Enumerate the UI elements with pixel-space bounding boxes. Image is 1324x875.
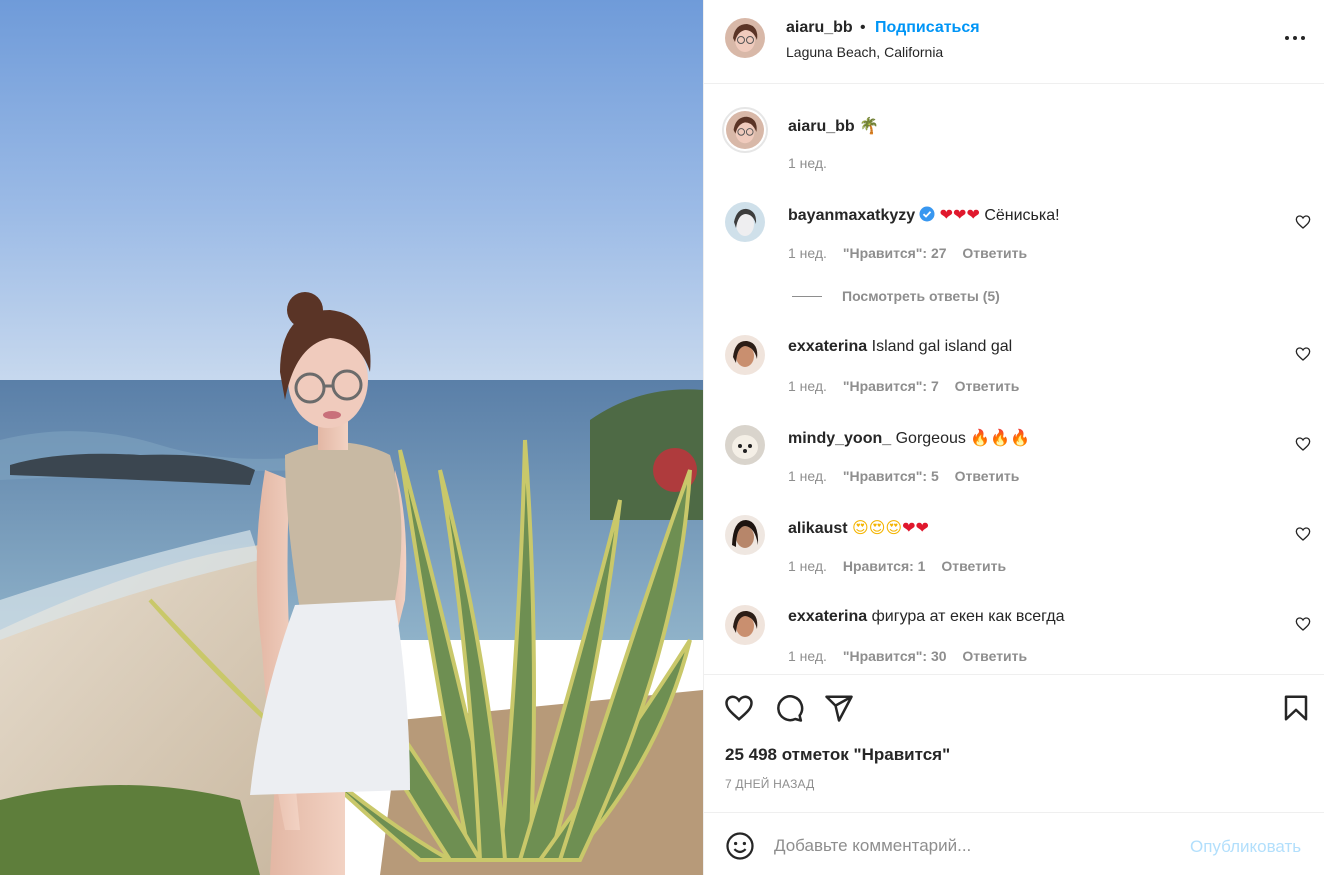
caption-emoji: 🌴 (859, 116, 880, 135)
comment-body: Gorgeous (895, 430, 966, 447)
author-avatar[interactable] (725, 18, 765, 58)
reply-button[interactable]: Ответить (962, 245, 1027, 261)
post-actions: 25 498 отметок "Нравится" 7 ДНЕЙ НАЗАД (704, 674, 1324, 812)
caption-meta: 1 нед. (788, 155, 839, 171)
emoji-icon[interactable] (725, 831, 755, 861)
comment-meta: 1 нед. Нравится: 1 Ответить (788, 558, 1018, 574)
comment-likes[interactable]: "Нравится": 7 (843, 378, 939, 394)
comments-list: aiaru_bb 🌴 1 нед. bayanmaxatkyzy ❤❤❤ Сён… (704, 85, 1324, 673)
comment-like-heart-icon[interactable] (1295, 436, 1311, 452)
comment-emoji: ❤❤❤ (939, 205, 980, 224)
publish-button[interactable]: Опубликовать (1190, 837, 1301, 857)
reply-button[interactable]: Ответить (955, 378, 1020, 394)
comment-username[interactable]: mindy_yoon_ (788, 430, 891, 447)
comment-like-heart-icon[interactable] (1295, 526, 1311, 542)
comment-meta: 1 нед. "Нравится": 27 Ответить (788, 245, 1039, 261)
reply-button[interactable]: Ответить (941, 558, 1006, 574)
comment-meta: 1 нед. "Нравится": 30 Ответить (788, 648, 1039, 664)
comment-text: exxaterina фигура ат екен как всегда (788, 608, 1064, 626)
view-replies-label: Посмотреть ответы (5) (842, 288, 1000, 304)
comment-like-heart-icon[interactable] (1295, 214, 1311, 230)
comment-text: mindy_yoon_ Gorgeous 🔥🔥🔥 (788, 428, 1030, 448)
comment-body: Island gal island gal (871, 338, 1013, 355)
comment-time[interactable]: 1 нед. (788, 558, 827, 574)
caption-time[interactable]: 1 нед. (788, 155, 827, 171)
author-username[interactable]: aiaru_bb (786, 19, 853, 37)
comment-text: exxaterina Island gal island gal (788, 338, 1012, 356)
bookmark-icon[interactable] (1281, 693, 1311, 723)
reply-button[interactable]: Ответить (955, 468, 1020, 484)
comment-username[interactable]: exxaterina (788, 338, 867, 355)
comment-input[interactable] (774, 831, 1174, 861)
comment-emoji: 🔥🔥🔥 (970, 428, 1031, 447)
comment-likes[interactable]: "Нравится": 5 (843, 468, 939, 484)
share-icon[interactable] (824, 693, 854, 723)
reply-button[interactable]: Ответить (962, 648, 1027, 664)
comment-meta: 1 нед. "Нравится": 5 Ответить (788, 468, 1031, 484)
comment-time[interactable]: 1 нед. (788, 648, 827, 664)
comment-body: фигура ат екен как всегда (871, 608, 1065, 625)
post-location[interactable]: Laguna Beach, California (786, 44, 943, 60)
comment-text: bayanmaxatkyzy ❤❤❤ Сёниська! (788, 205, 1060, 225)
comment-username[interactable]: bayanmaxatkyzy (788, 207, 915, 224)
comment-emoji-hearts: ❤❤ (902, 518, 929, 537)
post-sidebar: aiaru_bb • Подписаться Laguna Beach, Cal… (703, 0, 1324, 875)
heart-icon[interactable] (724, 693, 754, 723)
header-separator: • (860, 19, 866, 36)
likes-count[interactable]: 25 498 отметок "Нравится" (725, 745, 950, 765)
comment-username[interactable]: alikaust (788, 520, 848, 537)
comment-like-heart-icon[interactable] (1295, 346, 1311, 362)
verified-icon (919, 206, 935, 222)
caption-avatar[interactable] (722, 107, 768, 153)
follow-button[interactable]: Подписаться (875, 19, 980, 37)
comment-time[interactable]: 1 нед. (788, 378, 827, 394)
comment-avatar[interactable] (725, 202, 765, 242)
post-header: aiaru_bb • Подписаться Laguna Beach, Cal… (704, 0, 1324, 84)
post-photo[interactable] (0, 0, 703, 875)
caption-username[interactable]: aiaru_bb (788, 118, 855, 135)
comment-icon[interactable] (774, 693, 804, 723)
comment-like-heart-icon[interactable] (1295, 616, 1311, 632)
comment-avatar[interactable] (725, 515, 765, 555)
comment-avatar[interactable] (725, 605, 765, 645)
comment-text: alikaust 😍😍😍❤❤ (788, 518, 929, 538)
comment-body: Сёниська! (984, 207, 1060, 224)
add-comment-bar: Опубликовать (704, 812, 1324, 875)
view-replies-button[interactable]: Посмотреть ответы (5) (792, 288, 1000, 304)
replies-divider (792, 295, 822, 297)
comment-avatar[interactable] (725, 335, 765, 375)
instagram-post: aiaru_bb • Подписаться Laguna Beach, Cal… (0, 0, 1324, 875)
comment-time[interactable]: 1 нед. (788, 468, 827, 484)
caption-text: aiaru_bb 🌴 (788, 116, 879, 136)
comment-username[interactable]: exxaterina (788, 608, 867, 625)
comment-avatar[interactable] (725, 425, 765, 465)
more-icon[interactable] (1282, 28, 1308, 48)
post-date: 7 ДНЕЙ НАЗАД (725, 777, 815, 791)
comment-emoji: 😍😍😍 (852, 518, 903, 537)
comment-likes[interactable]: "Нравится": 30 (843, 648, 947, 664)
comment-likes[interactable]: Нравится: 1 (843, 558, 926, 574)
comment-likes[interactable]: "Нравится": 27 (843, 245, 947, 261)
comment-meta: 1 нед. "Нравится": 7 Ответить (788, 378, 1031, 394)
comment-time[interactable]: 1 нед. (788, 245, 827, 261)
